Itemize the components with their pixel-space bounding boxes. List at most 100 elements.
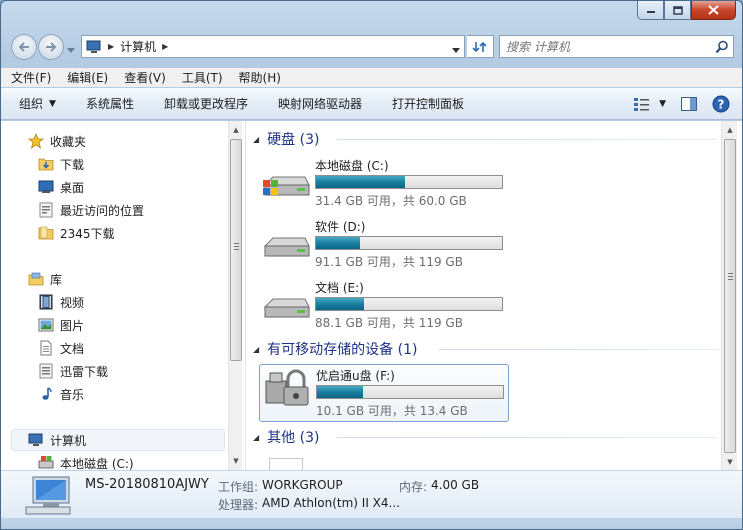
drive-c[interactable]: 本地磁盘 (C:) 31.4 GB 可用，共 60.0 GB [259,155,509,213]
maximize-button[interactable] [664,1,691,20]
address-history-dropdown[interactable] [452,43,460,57]
drive-usage-fill [316,237,360,249]
grip [728,279,733,280]
search-icon[interactable] [715,40,729,54]
grip [234,243,239,244]
nav-label: 迅雷下载 [60,364,109,379]
memory-value: 4.00 GB [431,478,480,492]
scroll-down-icon[interactable]: ▼ [231,456,241,466]
nav-computer[interactable]: 计算机 [11,429,225,451]
close-button[interactable] [691,1,736,20]
group-other[interactable]: ◢ 其他 (3) [253,427,717,447]
help-icon[interactable]: ? [712,95,730,113]
nav-pictures[interactable]: 图片 [1,314,227,336]
nav-2345-downloads[interactable]: 2345下载 [1,222,227,244]
nav-label: 文档 [60,341,85,356]
organize-button[interactable]: 组织 ▼ [19,95,56,112]
drive-d[interactable]: 软件 (D:) 91.1 GB 可用，共 119 GB [259,216,509,274]
folder-icon [38,225,54,241]
menu-tools[interactable]: 工具(T) [182,69,223,86]
preview-pane-icon[interactable] [680,96,698,112]
explorer-window: ▶ 计算机 ▶ 文件(F) 编辑(E) 查看(V) 工具(T) 帮助(H) 组织… [0,0,743,530]
map-network-drive-button[interactable]: 映射网络驱动器 [278,95,362,112]
document-icon [38,340,54,356]
group-divider [337,139,717,140]
change-view-button[interactable]: ▼ [633,96,666,112]
details-pane: MS-20180810AJWY 工作组: WORKGROUP 内存: 4.00 … [1,470,742,518]
other-item-icon[interactable] [269,458,303,470]
back-button[interactable] [11,34,37,60]
download-library-icon [38,363,54,379]
toolbar-right: ▼ ? [619,95,730,113]
main-scrollbar[interactable]: ▲ ▼ [721,121,737,470]
nav-music[interactable]: 音乐 [1,383,227,405]
scroll-thumb[interactable] [724,139,736,453]
nav-label: 收藏夹 [50,134,87,149]
forward-button[interactable] [38,34,64,60]
search-box[interactable] [499,35,734,58]
minimize-icon [646,11,655,13]
refresh-icon [472,41,487,52]
drive-usage-bar [315,297,503,311]
drive-icon [38,455,54,470]
group-divider [337,437,717,438]
search-input[interactable] [506,39,706,54]
open-control-panel-button[interactable]: 打开控制面板 [392,95,464,112]
pane-splitter[interactable] [242,121,246,470]
drive-usage-bar [315,175,503,189]
picture-icon [38,317,54,333]
nav-downloads[interactable]: 下载 [1,153,227,175]
uninstall-program-button[interactable]: 卸载或更改程序 [164,95,248,112]
group-title: 硬盘 (3) [267,132,320,148]
nav-desktop[interactable]: 桌面 [1,176,227,198]
nav-libraries[interactable]: 库 [1,268,227,290]
nav-xunlei-downloads[interactable]: 迅雷下载 [1,360,227,382]
group-removable-storage[interactable]: ◢ 有可移动存储的设备 (1) [253,339,719,359]
system-drive-icon [263,176,310,196]
grip [234,249,239,250]
view-options-icon [634,98,650,111]
breadcrumb-separator[interactable]: ▶ [162,42,168,51]
scroll-up-icon[interactable]: ▲ [231,125,241,135]
address-field[interactable]: ▶ 计算机 ▶ [81,35,465,58]
drive-e[interactable]: 文档 (E:) 88.1 GB 可用，共 119 GB [259,277,509,335]
scroll-down-icon[interactable]: ▼ [725,457,735,467]
group-title: 其他 (3) [267,430,320,446]
drive-f[interactable]: 优启通u盘 (F:) 10.1 GB 可用，共 13.4 GB [259,364,509,422]
hard-drive-icon [263,298,310,318]
scroll-up-icon[interactable]: ▲ [725,125,735,135]
refresh-button[interactable] [467,35,494,58]
nav-videos[interactable]: 视频 [1,291,227,313]
workgroup-value: WORKGROUP [262,478,343,492]
collapse-icon[interactable]: ◢ [253,345,259,354]
drive-usage-bar [316,385,504,399]
nav-label: 本地磁盘 (C:) [60,456,134,471]
group-hard-disks[interactable]: ◢ 硬盘 (3) [253,129,717,149]
breadcrumb-computer[interactable]: 计算机 [120,38,156,55]
star-icon [28,133,44,149]
system-properties-button[interactable]: 系统属性 [86,95,134,112]
menu-edit[interactable]: 编辑(E) [67,69,108,86]
menu-file[interactable]: 文件(F) [11,69,51,86]
nav-documents[interactable]: 文档 [1,337,227,359]
drive-name: 软件 (D:) [315,220,366,234]
nav-favorites[interactable]: 收藏夹 [1,130,227,152]
navigation-scrollbar[interactable]: ▲ ▼ [228,121,242,470]
drive-usage-fill [317,386,363,398]
collapse-icon[interactable]: ◢ [253,135,259,144]
collapse-icon[interactable]: ◢ [253,433,259,442]
recent-pages-dropdown[interactable] [67,43,75,57]
main-pane: ◢ 硬盘 (3) 本地磁盘 (C:) 31.4 GB 可用，共 60.0 GB [247,121,721,470]
nav-recent-places[interactable]: 最近访问的位置 [1,199,227,221]
nav-label: 视频 [60,295,85,310]
scroll-thumb[interactable] [230,139,242,361]
minimize-button[interactable] [637,1,664,20]
command-bar: 组织 ▼ 系统属性 卸载或更改程序 映射网络驱动器 打开控制面板 ▼ ? [1,88,742,120]
drive-free-space: 10.1 GB 可用，共 13.4 GB [316,404,468,418]
grip [728,276,733,277]
menu-view[interactable]: 查看(V) [124,69,166,86]
drive-name: 优启通u盘 (F:) [316,369,395,383]
nav-local-disk-c[interactable]: 本地磁盘 (C:) [1,452,227,470]
group-title: 有可移动存储的设备 (1) [267,342,418,358]
menu-help[interactable]: 帮助(H) [239,69,281,86]
